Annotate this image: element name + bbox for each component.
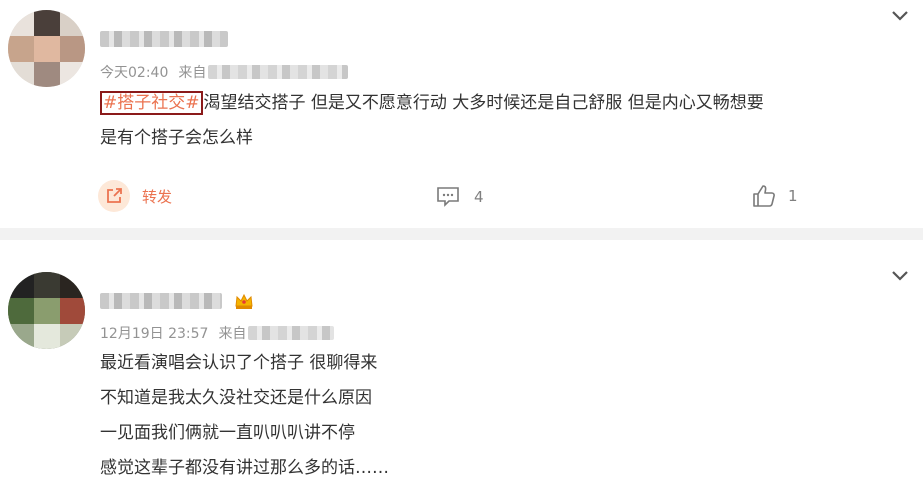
username-redacted[interactable]: [100, 30, 228, 48]
username-redacted[interactable]: [100, 292, 254, 310]
post-text-line: 感觉这辈子都没有讲过那么多的话……: [100, 458, 389, 478]
post-meta: 今天02:40 来自: [100, 62, 349, 82]
post-meta: 12月19日 23:57 来自: [100, 323, 335, 343]
repost-label: 转发: [142, 187, 173, 206]
avatar[interactable]: [8, 272, 85, 349]
comment-button[interactable]: 4: [436, 186, 484, 208]
post-text-line: 最近看演唱会认识了个搭子 很聊得来: [100, 353, 378, 373]
crown-badge-icon[interactable]: [234, 292, 254, 310]
like-icon: [753, 185, 775, 207]
post-text-line: 是有个搭子会怎么样: [100, 128, 253, 148]
post-divider: [0, 228, 923, 240]
source-redacted[interactable]: [248, 326, 335, 340]
action-bar: 转发 4 1: [0, 178, 923, 214]
post-time[interactable]: 今天02:40: [100, 62, 168, 82]
post-text-line: 渴望结交搭子 但是又不愿意行动 大多时候还是自己舒服 但是内心又畅想要: [203, 93, 764, 113]
post-time[interactable]: 12月19日 23:57: [100, 323, 208, 343]
repost-button[interactable]: 转发: [98, 180, 172, 212]
post-text-line: 不知道是我太久没社交还是什么原因: [100, 388, 372, 408]
post-card: 12月19日 23:57 来自 最近看演唱会认识了个搭子 很聊得来 不知道是我太…: [0, 240, 923, 495]
topic-link[interactable]: #搭子社交#: [100, 91, 203, 115]
comment-count: 4: [474, 188, 484, 206]
chevron-down-icon[interactable]: [891, 270, 909, 282]
like-button[interactable]: 1: [752, 184, 798, 208]
repost-icon: [98, 180, 130, 212]
source-prefix: 来自: [178, 65, 207, 81]
post-text: 最近看演唱会认识了个搭子 很聊得来 不知道是我太久没社交还是什么原因 一见面我们…: [100, 346, 389, 486]
post-card: 今天02:40 来自 #搭子社交# 渴望结交搭子 但是又不愿意行动 大多时候还是自…: [0, 0, 923, 228]
like-count: 1: [788, 187, 798, 205]
avatar[interactable]: [8, 10, 85, 87]
source-prefix: 来自: [218, 326, 247, 342]
chevron-down-icon[interactable]: [891, 10, 909, 22]
post-text-line: 一见面我们俩就一直叭叭叭讲不停: [100, 423, 355, 443]
comment-icon: [437, 187, 459, 207]
post-text: #搭子社交# 渴望结交搭子 但是又不愿意行动 大多时候还是自己舒服 但是内心又畅想…: [100, 86, 764, 156]
source-redacted[interactable]: [208, 65, 349, 79]
